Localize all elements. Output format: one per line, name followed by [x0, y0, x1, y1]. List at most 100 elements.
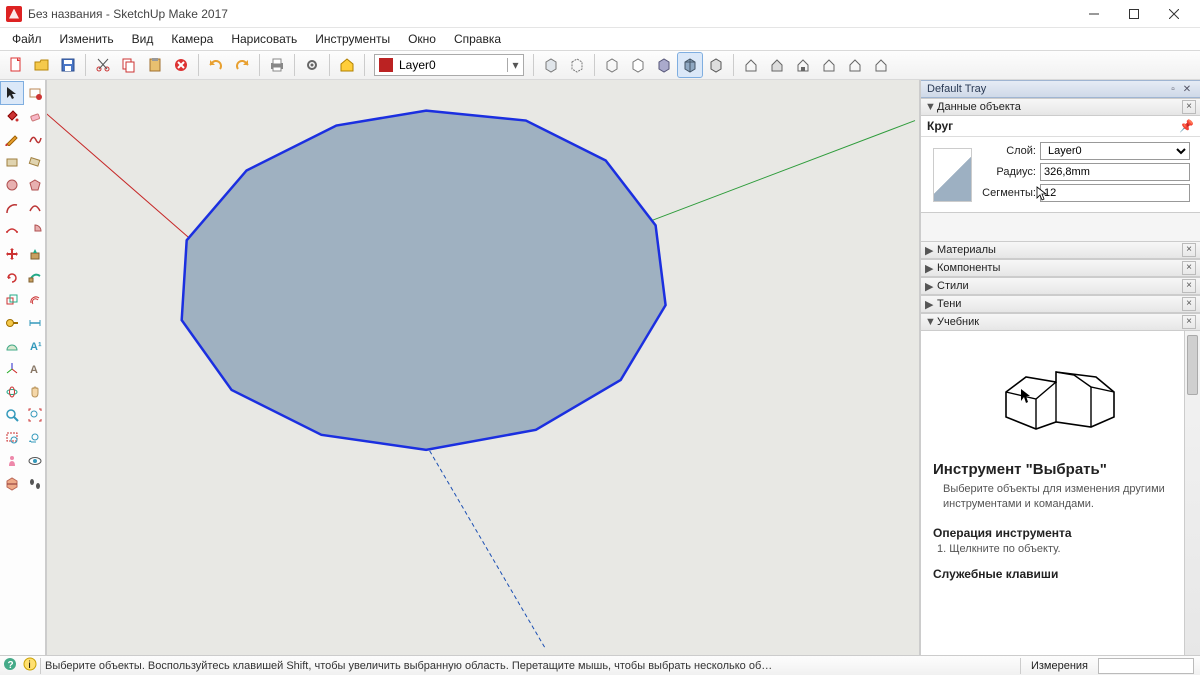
- panel-close-button[interactable]: ×: [1182, 315, 1196, 329]
- previous-view-tool[interactable]: [24, 427, 46, 449]
- panel-materials-header[interactable]: ▶ Материалы ×: [921, 241, 1200, 259]
- style-textured-button[interactable]: [678, 53, 702, 77]
- arc3-tool[interactable]: [1, 220, 23, 242]
- tray-header[interactable]: Default Tray ▫ ✕: [921, 80, 1200, 98]
- style-wireframe-button[interactable]: [600, 53, 624, 77]
- redo-button[interactable]: [230, 53, 254, 77]
- follow-me-tool[interactable]: [24, 266, 46, 288]
- radius-input[interactable]: [1040, 163, 1190, 181]
- panel-components-header[interactable]: ▶ Компоненты ×: [921, 259, 1200, 277]
- pie-tool[interactable]: [24, 220, 46, 242]
- walk-tool[interactable]: [24, 473, 46, 495]
- rotate-tool[interactable]: [1, 266, 23, 288]
- circle-tool[interactable]: [1, 174, 23, 196]
- layer-combo[interactable]: ▾: [374, 54, 524, 76]
- panel-close-button[interactable]: ×: [1182, 297, 1196, 311]
- hint-tip-icon[interactable]: i: [20, 657, 40, 674]
- zoom-tool[interactable]: [1, 404, 23, 426]
- panel-close-button[interactable]: ×: [1182, 100, 1196, 114]
- svg-text:A¹: A¹: [30, 341, 42, 353]
- menu-file[interactable]: Файл: [4, 30, 50, 48]
- view-iso-button[interactable]: [739, 53, 763, 77]
- open-file-button[interactable]: [30, 53, 54, 77]
- view-right-button[interactable]: [817, 53, 841, 77]
- paint-bucket-tool[interactable]: [1, 105, 23, 127]
- move-tool[interactable]: [1, 243, 23, 265]
- line-tool[interactable]: [1, 128, 23, 150]
- viewport[interactable]: [46, 80, 920, 655]
- panel-entity-info-header[interactable]: ▼ Данные объекта ×: [921, 98, 1200, 116]
- zoom-window-tool[interactable]: [1, 427, 23, 449]
- layer-combo-input[interactable]: [397, 57, 507, 73]
- pin-icon[interactable]: ▫: [1166, 82, 1180, 96]
- style-backedges-button[interactable]: [565, 53, 589, 77]
- panel-close-button[interactable]: ×: [1182, 279, 1196, 293]
- menu-draw[interactable]: Нарисовать: [223, 30, 305, 48]
- arc2-tool[interactable]: [24, 197, 46, 219]
- pan-tool[interactable]: [24, 381, 46, 403]
- segments-input[interactable]: [1040, 184, 1190, 202]
- menu-tools[interactable]: Инструменты: [307, 30, 398, 48]
- copy-button[interactable]: [117, 53, 141, 77]
- push-pull-tool[interactable]: [24, 243, 46, 265]
- rectangle-tool[interactable]: [1, 151, 23, 173]
- help-icon[interactable]: ?: [0, 657, 20, 674]
- minimize-button[interactable]: [1074, 2, 1114, 26]
- panel-shadows-header[interactable]: ▶ Тени ×: [921, 295, 1200, 313]
- entity-pin-icon[interactable]: 📌: [1179, 119, 1194, 133]
- panel-instructor-header[interactable]: ▼ Учебник ×: [921, 313, 1200, 331]
- close-button[interactable]: [1154, 2, 1194, 26]
- offset-tool[interactable]: [24, 289, 46, 311]
- zoom-extents-tool[interactable]: [24, 404, 46, 426]
- menu-camera[interactable]: Камера: [163, 30, 221, 48]
- style-hidden-button[interactable]: [626, 53, 650, 77]
- style-xray-button[interactable]: [539, 53, 563, 77]
- look-around-tool[interactable]: [24, 450, 46, 472]
- 3dtext-tool[interactable]: A: [24, 358, 46, 380]
- axes-tool[interactable]: [1, 358, 23, 380]
- menu-help[interactable]: Справка: [446, 30, 509, 48]
- panel-close-button[interactable]: ×: [1182, 243, 1196, 257]
- text-tool[interactable]: A¹: [24, 335, 46, 357]
- model-info-button[interactable]: [300, 53, 324, 77]
- style-mono-button[interactable]: [704, 53, 728, 77]
- tape-tool[interactable]: [1, 312, 23, 334]
- menu-edit[interactable]: Изменить: [52, 30, 122, 48]
- view-front-button[interactable]: [791, 53, 815, 77]
- polygon-tool[interactable]: [24, 174, 46, 196]
- view-left-button[interactable]: [869, 53, 893, 77]
- select-tool[interactable]: [1, 82, 23, 104]
- style-shaded-button[interactable]: [652, 53, 676, 77]
- tray-close-icon[interactable]: ✕: [1180, 82, 1194, 96]
- menu-view[interactable]: Вид: [124, 30, 162, 48]
- menu-window[interactable]: Окно: [400, 30, 444, 48]
- delete-button[interactable]: [169, 53, 193, 77]
- paste-button[interactable]: [143, 53, 167, 77]
- dimension-tool[interactable]: [24, 312, 46, 334]
- eraser-tool[interactable]: [24, 105, 46, 127]
- rotated-rect-tool[interactable]: [24, 151, 46, 173]
- view-top-button[interactable]: [765, 53, 789, 77]
- undo-button[interactable]: [204, 53, 228, 77]
- arc-tool[interactable]: [1, 197, 23, 219]
- panel-styles-header[interactable]: ▶ Стили ×: [921, 277, 1200, 295]
- section-tool[interactable]: [1, 473, 23, 495]
- protractor-tool[interactable]: [1, 335, 23, 357]
- freehand-tool[interactable]: [24, 128, 46, 150]
- cut-button[interactable]: [91, 53, 115, 77]
- warehouse-button[interactable]: [335, 53, 359, 77]
- chevron-down-icon[interactable]: ▾: [507, 58, 523, 72]
- save-button[interactable]: [56, 53, 80, 77]
- orbit-tool[interactable]: [1, 381, 23, 403]
- scale-tool[interactable]: [1, 289, 23, 311]
- layer-select[interactable]: Layer0: [1040, 142, 1190, 160]
- make-component-tool[interactable]: [24, 82, 46, 104]
- panel-scrollbar[interactable]: [1184, 331, 1200, 655]
- maximize-button[interactable]: [1114, 2, 1154, 26]
- view-back-button[interactable]: [843, 53, 867, 77]
- position-camera-tool[interactable]: [1, 450, 23, 472]
- new-file-button[interactable]: [4, 53, 28, 77]
- print-button[interactable]: [265, 53, 289, 77]
- measurements-input[interactable]: [1098, 658, 1194, 674]
- panel-close-button[interactable]: ×: [1182, 261, 1196, 275]
